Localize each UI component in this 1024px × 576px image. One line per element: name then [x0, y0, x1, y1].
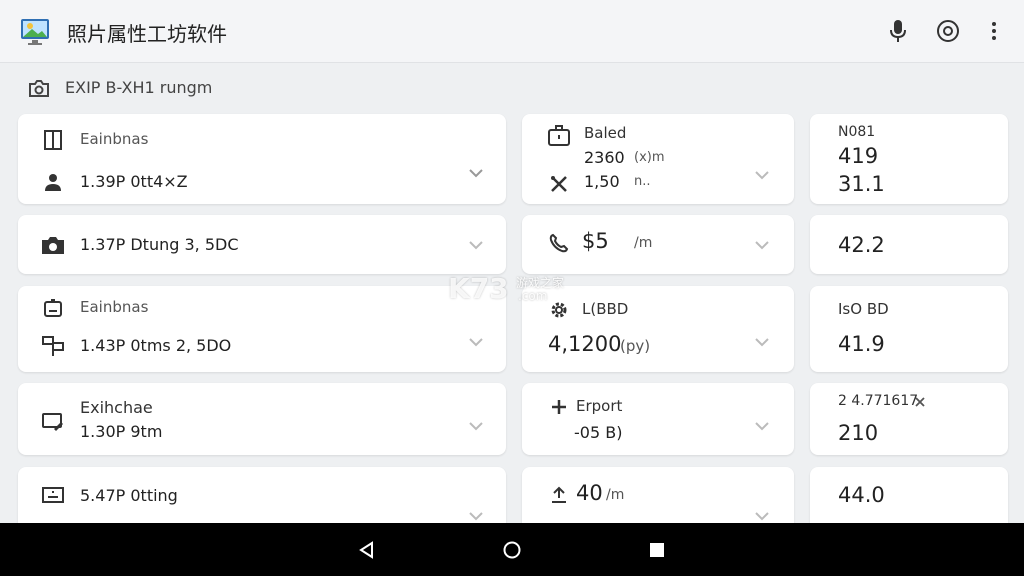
mid-card-4-value: -05 B) — [574, 423, 623, 442]
person-icon — [40, 170, 66, 194]
left-card-1[interactable]: Eainbnas 1.39P 0tt4×Z — [18, 114, 506, 204]
mid-card-4-label: Erport — [576, 397, 623, 415]
camera-icon — [40, 233, 66, 257]
chevron-down-icon[interactable] — [754, 511, 770, 521]
right-card-1-value1: 419 — [838, 144, 879, 168]
left-card-3-value: 1.43P 0tms 2, 5DO — [80, 336, 232, 355]
mid-card-1-value2: 1,50 — [584, 172, 620, 191]
chevron-down-icon[interactable] — [468, 168, 484, 178]
recents-icon[interactable] — [644, 537, 670, 563]
mid-card-1-label: Baled — [584, 124, 627, 142]
left-card-1-label: Eainbnas — [80, 130, 149, 148]
chevron-down-icon[interactable] — [468, 421, 484, 431]
right-card-4-value: 210 — [838, 421, 879, 445]
home-icon[interactable] — [499, 537, 525, 563]
right-card-1-label: N081 — [838, 124, 876, 140]
right-card-3-value: 41.9 — [838, 332, 885, 356]
mid-card-2-unit: /m — [634, 235, 653, 251]
left-card-2-value: 1.37P Dtung 3, 5DC — [80, 235, 239, 254]
mid-card-5-value: 40 — [576, 481, 603, 505]
left-card-3[interactable]: Eainbnas 1.43P 0tms 2, 5DO — [18, 286, 506, 372]
mid-card-2[interactable]: $5 /m — [522, 215, 794, 274]
close-icon[interactable] — [914, 396, 926, 408]
mid-card-1[interactable]: Baled 2360 (x)m 1,50 n.. — [522, 114, 794, 204]
gear-icon — [546, 298, 572, 322]
chevron-down-icon[interactable] — [468, 511, 484, 521]
mid-card-2-value: $5 — [582, 229, 609, 253]
photo-app-icon — [20, 18, 50, 46]
face-frame-icon — [40, 296, 66, 320]
watermark-domain: .com — [518, 289, 548, 303]
app-title: 照片属性工坊软件 — [67, 22, 227, 46]
chevron-down-icon[interactable] — [754, 170, 770, 180]
left-card-2[interactable]: 1.37P Dtung 3, 5DC — [18, 215, 506, 274]
target-icon[interactable] — [935, 18, 961, 44]
mid-card-3[interactable]: L(BBD 4,1200 (py) — [522, 286, 794, 372]
back-icon[interactable] — [354, 537, 380, 563]
app-bar: 照片属性工坊软件 — [0, 0, 1024, 63]
right-card-1: N081 419 31.1 — [810, 114, 1008, 204]
right-card-4[interactable]: 2 4.771617 210 — [810, 383, 1008, 455]
system-nav-bar — [0, 523, 1024, 576]
chevron-down-icon[interactable] — [468, 240, 484, 250]
exposure-icon — [40, 128, 66, 152]
mid-card-1-unit2: n.. — [634, 174, 651, 189]
right-card-3-label: IsO BD — [838, 300, 889, 318]
right-card-3: IsO BD 41.9 — [810, 286, 1008, 372]
right-card-2-value: 42.2 — [838, 233, 885, 257]
mid-card-3-label: L(BBD — [582, 300, 629, 318]
mid-card-1-unit1: (x)m — [634, 150, 665, 165]
chevron-down-icon[interactable] — [754, 421, 770, 431]
watermark-logo: K73 — [448, 272, 509, 305]
left-card-4-label: Exihchae — [80, 398, 153, 417]
signpost-icon — [40, 334, 66, 358]
mid-card-3-unit: (py) — [620, 337, 651, 355]
phone-icon — [546, 231, 572, 255]
microphone-icon[interactable] — [885, 18, 911, 44]
mid-card-5-unit: /m — [606, 487, 625, 503]
section-title: EXIP B-XH1 rungm — [65, 78, 213, 97]
document-icon — [40, 484, 66, 508]
mid-card-1-value1: 2360 — [584, 148, 625, 167]
crop-icon — [546, 172, 572, 196]
right-card-1-value2: 31.1 — [838, 172, 885, 196]
left-card-1-value: 1.39P 0tt4×Z — [80, 172, 188, 191]
more-vert-icon[interactable] — [981, 18, 1007, 44]
edit-frame-icon — [40, 410, 66, 434]
plus-icon — [546, 395, 572, 419]
briefcase-icon — [546, 124, 572, 148]
mid-card-4[interactable]: Erport -05 B) — [522, 383, 794, 455]
upload-icon — [546, 483, 572, 507]
right-card-2: 42.2 — [810, 215, 1008, 274]
right-card-5-value: 44.0 — [838, 483, 885, 507]
chevron-down-icon[interactable] — [468, 337, 484, 347]
left-card-4[interactable]: Exihchae 1.30P 9tm — [18, 383, 506, 455]
right-card-4-label: 2 4.771617 — [838, 393, 919, 409]
mid-card-3-value: 4,1200 — [548, 332, 622, 356]
left-card-4-value: 1.30P 9tm — [80, 422, 163, 441]
section-header: EXIP B-XH1 rungm — [0, 66, 1024, 110]
chevron-down-icon[interactable] — [754, 337, 770, 347]
chevron-down-icon[interactable] — [754, 240, 770, 250]
left-card-5-value: 5.47P 0tting — [80, 486, 178, 505]
left-card-3-label: Eainbnas — [80, 298, 149, 316]
camera-outline-icon — [28, 78, 50, 98]
